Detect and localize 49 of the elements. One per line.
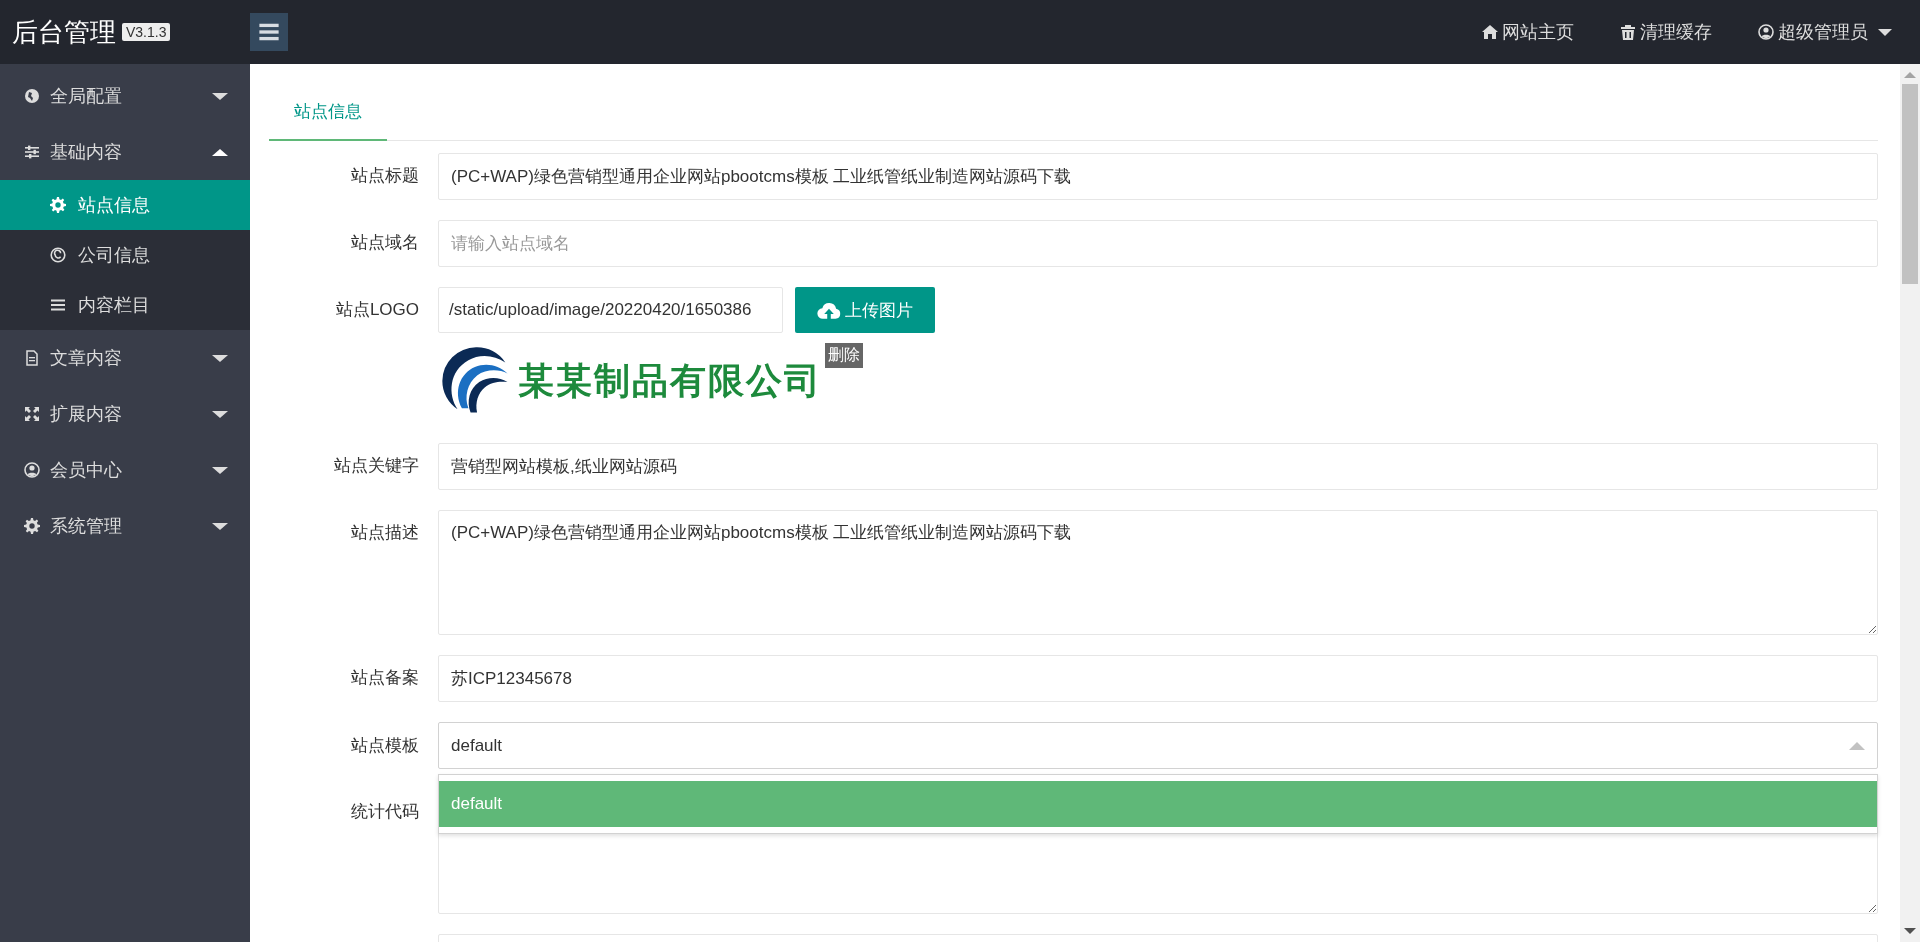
logo-company-name: 某某制品有限公司: [518, 357, 822, 403]
sidebar-item[interactable]: 全局配置: [0, 68, 250, 124]
input-field[interactable]: (PC+WAP)绿色营销型通用企业网站pbootcms模板 工业纸管纸业制造网站源码下载: [438, 153, 1878, 200]
trash-icon: [1620, 24, 1636, 40]
field-label: 站点标题: [350, 165, 420, 187]
select-field[interactable]: default: [438, 722, 1878, 769]
header-link[interactable]: 清理缓存: [1620, 20, 1712, 44]
tab[interactable]: 站点信息: [269, 84, 387, 141]
gear-icon: [50, 197, 66, 213]
field-label: 站点描述: [350, 522, 420, 544]
menu-button[interactable]: [250, 13, 288, 51]
document-icon: [24, 350, 40, 366]
user-icon: [24, 462, 40, 478]
menu-icon: [258, 21, 280, 43]
field-label: 站点LOGO: [334, 299, 420, 321]
field-label: 站点域名: [350, 232, 420, 254]
version-badge: V3.1.3: [122, 23, 171, 41]
input-field[interactable]: 营销型网站模板,纸业网站源码: [438, 443, 1878, 490]
scrollbar[interactable]: [1900, 64, 1920, 942]
expand-arrows-icon: [24, 406, 40, 422]
globe-icon: [24, 88, 40, 104]
field-label: 站点备案: [350, 667, 420, 689]
sidebar-item[interactable]: 会员中心: [0, 442, 250, 498]
sidebar-item[interactable]: 文章内容: [0, 330, 250, 386]
sidebar-subitem[interactable]: 内容栏目: [0, 280, 250, 330]
input-field[interactable]: 苏ICP12345678: [438, 655, 1878, 702]
delete-button[interactable]: 删除: [825, 343, 863, 368]
field-label: 统计代码: [350, 801, 420, 823]
upload-button[interactable]: 上传图片: [795, 287, 935, 333]
field-label: 站点模板: [350, 734, 420, 757]
list-icon: [50, 297, 66, 313]
sidebar-item[interactable]: 基础内容: [0, 124, 250, 180]
sidebar-subitem[interactable]: 公司信息: [0, 230, 250, 280]
sidebar-subitem[interactable]: 站点信息: [0, 180, 250, 230]
user-icon: [1758, 24, 1774, 40]
text-area[interactable]: (PC+WAP)绿色营销型通用企业网站pbootcms模板 工业纸管纸业制造网站源码下载: [438, 510, 1878, 635]
app-title: 后台管理: [12, 15, 116, 49]
input-field[interactable]: /static/upload/image/20220420/1650386: [438, 287, 783, 333]
header-link[interactable]: 超级管理员: [1758, 20, 1892, 44]
cloud-upload-icon: [817, 300, 841, 320]
sidebar-item[interactable]: 扩展内容: [0, 386, 250, 442]
copyright-icon: [50, 247, 66, 263]
field-label: 站点关键字: [333, 455, 420, 477]
gear-icon: [24, 518, 40, 534]
home-icon: [1482, 24, 1498, 40]
input-field[interactable]: 请输入站点域名: [438, 220, 1878, 267]
sidebar-item[interactable]: 系统管理: [0, 498, 250, 554]
sliders-icon: [24, 144, 40, 160]
header-link[interactable]: 网站主页: [1482, 20, 1574, 44]
